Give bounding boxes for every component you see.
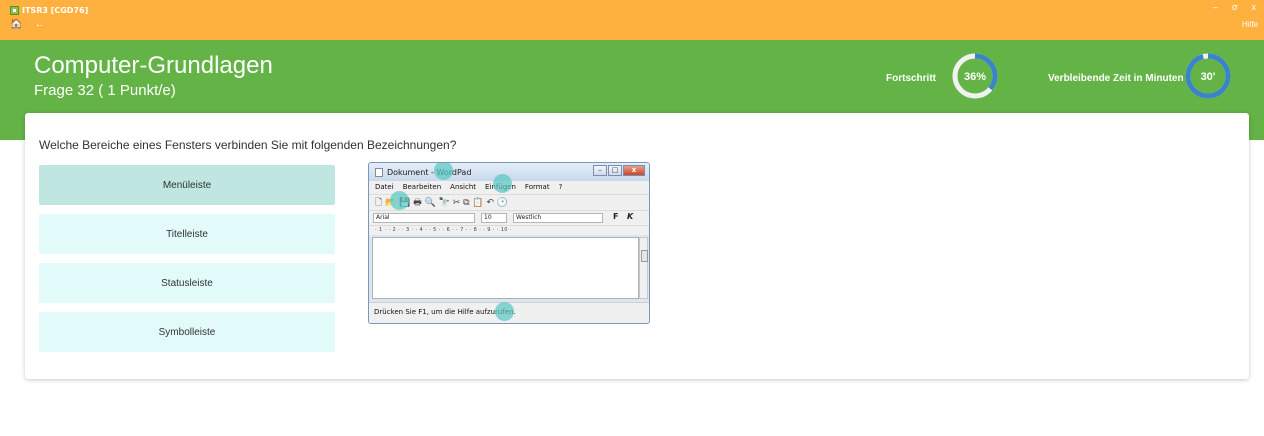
document-icon [375, 167, 383, 177]
close-button[interactable]: x [1252, 2, 1257, 12]
hotspot-status-bar[interactable] [495, 302, 514, 321]
course-title: Computer-Grundlagen [34, 52, 273, 79]
minimize-icon: – [593, 165, 607, 176]
menu-help: ? [558, 183, 563, 191]
answer-option-titelleiste[interactable]: Titelleiste [39, 214, 335, 254]
answer-option-menueleiste[interactable]: Menüleiste [39, 165, 335, 205]
window-format-bar: Arial 10 Westlich F K [369, 210, 649, 225]
question-card: Welche Bereiche eines Fensters verbinden… [25, 113, 1249, 379]
minimize-button[interactable]: – [1213, 2, 1218, 12]
scrollbar [639, 237, 648, 299]
answer-option-symbolleiste[interactable]: Symbolleiste [39, 312, 335, 352]
restore-button[interactable]: σ [1232, 2, 1238, 12]
window-toolbar: 🗋 📂 💾 🖶 🔍 🔭 ✂ ⧉ 📋 ↶ 🕑 [369, 194, 649, 210]
answer-option-statusleiste[interactable]: Statusleiste [39, 263, 335, 303]
nav-bar: 🏠 ← [10, 19, 44, 30]
app-title-text: ITSR3 [CGD76] [22, 5, 89, 15]
window-controls: – σ x [1213, 2, 1256, 12]
home-icon[interactable]: 🏠 [10, 19, 22, 30]
menu-datei: Datei [375, 183, 394, 191]
time-value: 30' [1201, 71, 1216, 83]
question-number: Frage 32 ( 1 Punkt/e) [34, 82, 176, 99]
progress-value: 36% [964, 71, 986, 83]
maximize-icon: □ [608, 165, 622, 176]
question-text: Welche Bereiche eines Fensters verbinden… [39, 138, 457, 152]
close-icon: x [623, 165, 645, 176]
document-area [372, 237, 639, 299]
help-link[interactable]: Hilfe [1242, 20, 1258, 29]
menu-format: Format [524, 183, 550, 191]
font-size-combo: 10 [481, 213, 507, 223]
window-screenshot: Dokument - WordPad – □ x Datei Bearbeite… [368, 162, 650, 324]
window-title-text: Dokument - WordPad [387, 167, 472, 177]
app-icon [10, 5, 19, 15]
app-window: ITSR3 [CGD76] 🏠 ← – σ x Hilfe Computer-G… [0, 0, 1264, 436]
time-label: Verbleibende Zeit in Minuten [1048, 73, 1184, 84]
title-bar: ITSR3 [CGD76] 🏠 ← – σ x Hilfe [0, 0, 1264, 40]
window-image-controls: – □ x [593, 165, 645, 176]
progress-label: Fortschritt [886, 73, 936, 84]
script-combo: Westlich [513, 213, 603, 223]
font-name-combo: Arial [373, 213, 475, 223]
back-arrow-icon[interactable]: ← [34, 19, 44, 30]
menu-ansicht: Ansicht [450, 183, 477, 191]
bold-icon: F [613, 212, 619, 221]
app-title: ITSR3 [CGD76] [10, 3, 88, 17]
menu-bearbeiten: Bearbeiten [402, 183, 442, 191]
time-ring: 30' [1185, 53, 1231, 99]
italic-icon: K [627, 212, 634, 221]
window-ruler: · 1 · · 2 · · 3 · · 4 · · 5 · · 6 · · 7 … [369, 225, 649, 235]
progress-ring: 36% [952, 53, 998, 99]
hotspot-toolbar[interactable] [390, 191, 409, 210]
hotspot-menu-bar[interactable] [493, 174, 512, 193]
